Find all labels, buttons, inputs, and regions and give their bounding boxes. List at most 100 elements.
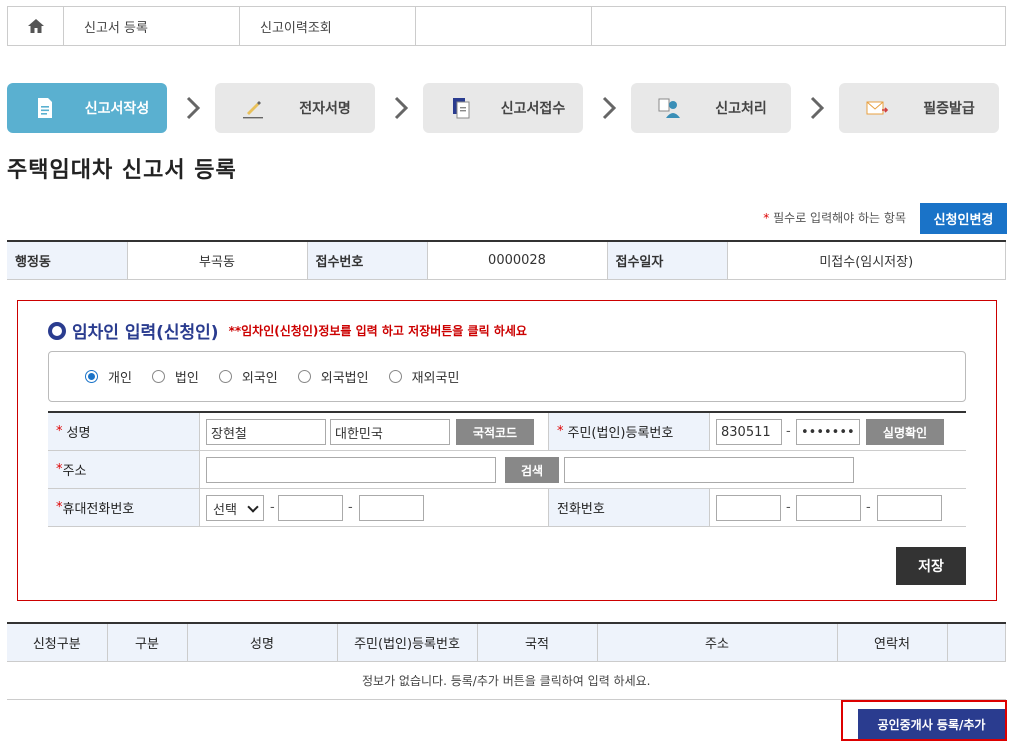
tenant-input-section: 임차인 입력(신청인) **임차인(신청인)정보를 입력 하고 저장버튼을 클릭… <box>17 300 997 601</box>
chevron-right-icon <box>394 96 409 120</box>
radio-individual[interactable]: 개인 <box>85 367 132 386</box>
mobile-label-text: 휴대전화번호 <box>62 502 135 517</box>
top-nav: 신고서 등록 신고이력조회 <box>7 6 1006 46</box>
step-write: 신고서작성 <box>7 83 167 133</box>
required-star: * <box>56 424 63 439</box>
resident-no-back-input[interactable]: ••••••• <box>796 419 860 445</box>
real-name-verify-button[interactable]: 실명확인 <box>866 419 944 445</box>
radio-foreign-corporation[interactable]: 외국법인 <box>297 367 369 386</box>
radio-label: 외국인 <box>241 371 278 386</box>
column-header: 신청구분 <box>7 623 108 662</box>
change-applicant-button[interactable]: 신청인변경 <box>920 203 1007 234</box>
step-esign: 전자서명 <box>215 83 375 133</box>
radio-label: 법인 <box>174 371 199 386</box>
radio-label: 개인 <box>108 371 132 386</box>
table-header-row: 신청구분 구분 성명 주민(법인)등록번호 국적 주소 연락처 <box>7 623 1006 662</box>
resident-no-label-text: 주민(법인)등록번호 <box>567 426 674 441</box>
person-desk-icon <box>658 98 680 118</box>
section-header: 임차인 입력(신청인) **임차인(신청인)정보를 입력 하고 저장버튼을 클릭… <box>48 318 527 343</box>
chevron-right-icon <box>186 96 201 120</box>
step-label: 전자서명 <box>299 101 351 117</box>
step-label: 신고서작성 <box>84 101 150 117</box>
form-row-name: * 성명 장현철 대한민국 국적코드 * 주민(법인)등록번호 830511 - •… <box>48 413 966 451</box>
required-note-text: 필수로 입력해야 하는 항목 <box>769 211 906 225</box>
radio-corporation[interactable]: 법인 <box>151 367 199 386</box>
home-icon <box>27 19 44 33</box>
person-type-radio-group: 개인 법인 외국인 외국법인 재외국민 <box>48 351 966 402</box>
dash-separator: - <box>786 500 791 515</box>
tab-empty <box>416 7 592 45</box>
address-search-button[interactable]: 검색 <box>505 457 559 483</box>
column-header: 주소 <box>597 623 838 662</box>
mobile-last-input[interactable] <box>359 495 424 521</box>
radio-button[interactable] <box>218 370 232 383</box>
process-steps: 신고서작성 전자서명 신고서접수 신고처리 필증발급 <box>7 83 999 133</box>
chevron-right-icon <box>810 96 825 120</box>
address-label-text: 주소 <box>62 464 87 479</box>
dash-separator: - <box>348 500 353 515</box>
report-info-table: 행정동 부곡동 접수번호 0000028 접수일자 미접수(임시저장) <box>7 240 1006 280</box>
name-label: * 성명 <box>48 413 200 450</box>
step-process: 신고처리 <box>631 83 791 133</box>
required-note: * 필수로 입력해야 하는 항목 <box>763 209 906 226</box>
chevron-down-icon <box>247 501 259 513</box>
radio-button[interactable] <box>85 370 98 383</box>
radio-button[interactable] <box>388 370 402 383</box>
nationality-input[interactable]: 대한민국 <box>330 419 450 445</box>
dash-separator: - <box>786 424 791 439</box>
file-stack-icon <box>453 98 470 119</box>
resident-no-label: * 주민(법인)등록번호 <box>548 413 710 450</box>
column-header: 구분 <box>107 623 188 662</box>
save-button[interactable]: 저장 <box>896 547 966 585</box>
form-row-address: * 주소 검색 <box>48 451 966 489</box>
circle-bullet-icon <box>48 321 66 340</box>
dash-separator: - <box>270 500 275 515</box>
phone-middle-input[interactable] <box>796 495 861 521</box>
required-star: * <box>557 424 564 439</box>
radio-button[interactable] <box>151 370 165 383</box>
receipt-date-value: 미접수(임시저장) <box>727 241 1006 280</box>
phone-last-input[interactable] <box>877 495 942 521</box>
step-label: 신고서접수 <box>500 101 566 117</box>
tab-report-history[interactable]: 신고이력조회 <box>240 7 416 45</box>
dash-separator: - <box>866 500 871 515</box>
broker-button-highlight: 공인중개사 등록/추가 <box>841 700 1007 741</box>
column-header: 국적 <box>477 623 598 662</box>
nationality-code-button[interactable]: 국적코드 <box>456 419 534 445</box>
column-header: 주민(법인)등록번호 <box>337 623 478 662</box>
radio-button[interactable] <box>297 370 311 383</box>
receipt-date-label: 접수일자 <box>607 241 728 280</box>
radio-overseas-korean[interactable]: 재외국민 <box>388 367 460 386</box>
home-button[interactable] <box>8 7 64 45</box>
pen-sign-icon <box>243 101 263 119</box>
resident-no-front-input[interactable]: 830511 <box>716 419 782 445</box>
select-value: 선택 <box>213 502 237 518</box>
form-row-phone: * 휴대전화번호 선택 - - 전화번호 - - <box>48 489 966 527</box>
chevron-right-icon <box>602 96 617 120</box>
tab-report-register[interactable]: 신고서 등록 <box>64 7 240 45</box>
mobile-middle-input[interactable] <box>278 495 343 521</box>
address-input[interactable] <box>206 457 496 483</box>
step-receive: 신고서접수 <box>423 83 583 133</box>
tenant-form: * 성명 장현철 대한민국 국적코드 * 주민(법인)등록번호 830511 - •… <box>48 411 966 527</box>
page-title: 주택임대차 신고서 등록 <box>7 158 237 183</box>
step-label: 신고처리 <box>715 101 767 117</box>
admin-dong-value: 부곡동 <box>127 241 308 280</box>
radio-label: 재외국민 <box>411 371 460 386</box>
add-broker-button[interactable]: 공인중개사 등록/추가 <box>858 709 1005 739</box>
applicant-list-table: 신청구분 구분 성명 주민(법인)등록번호 국적 주소 연락처 정보가 없습니다… <box>7 622 1006 700</box>
mobile-prefix-select[interactable]: 선택 <box>206 495 264 521</box>
phone-label: 전화번호 <box>548 489 710 526</box>
certificate-icon <box>866 101 889 115</box>
step-label: 필증발급 <box>923 101 975 117</box>
column-header: 성명 <box>187 623 338 662</box>
phone-area-input[interactable] <box>716 495 781 521</box>
receipt-no-label: 접수번호 <box>307 241 428 280</box>
address-detail-input[interactable] <box>564 457 854 483</box>
name-input[interactable]: 장현철 <box>206 419 326 445</box>
receipt-no-value: 0000028 <box>427 241 608 280</box>
section-hint: **임차인(신청인)정보를 입력 하고 저장버튼을 클릭 하세요 <box>228 324 527 338</box>
radio-foreigner[interactable]: 외국인 <box>218 367 278 386</box>
address-label: * 주소 <box>48 451 200 488</box>
admin-dong-label: 행정동 <box>7 241 128 280</box>
